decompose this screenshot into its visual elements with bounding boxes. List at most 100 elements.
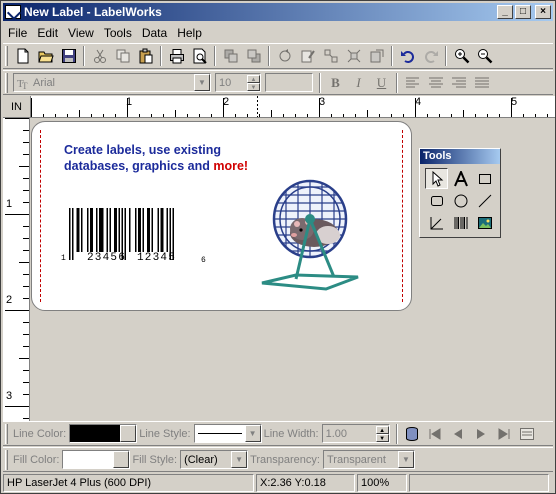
line-width-down[interactable]: ▼ bbox=[375, 433, 389, 442]
line-color-dropdown[interactable] bbox=[120, 425, 137, 442]
line-color-picker[interactable] bbox=[69, 424, 138, 443]
menu-view[interactable]: View bbox=[63, 26, 99, 40]
hruler-mark-4: 4 bbox=[415, 96, 422, 108]
picture-tool[interactable] bbox=[473, 212, 496, 233]
font-size-down[interactable]: ▼ bbox=[247, 82, 260, 91]
menu-data[interactable]: Data bbox=[137, 26, 172, 40]
cut-button[interactable] bbox=[88, 45, 111, 67]
fill-style-select[interactable]: (Clear) ▼ bbox=[180, 450, 249, 469]
rotate-button[interactable] bbox=[273, 45, 296, 67]
align-left-button[interactable] bbox=[401, 72, 424, 94]
line-style-preview bbox=[197, 433, 242, 434]
barcode-icon bbox=[454, 216, 467, 229]
font-select[interactable]: TT Arial ▼ bbox=[13, 73, 211, 92]
polyline-tool[interactable] bbox=[425, 212, 448, 233]
ellipse-tool[interactable] bbox=[449, 190, 472, 211]
line-style-select[interactable]: ▼ bbox=[193, 424, 262, 443]
transparency-select[interactable]: Transparent ▼ bbox=[322, 450, 415, 469]
rounded-rect-tool[interactable] bbox=[425, 190, 448, 211]
zoom-in-button[interactable] bbox=[450, 45, 473, 67]
tools-palette[interactable]: Tools bbox=[419, 148, 501, 238]
redo-button[interactable] bbox=[419, 45, 442, 67]
barcode-tool[interactable] bbox=[449, 212, 472, 233]
paste-button[interactable] bbox=[134, 45, 157, 67]
save-button[interactable] bbox=[57, 45, 80, 67]
fill-style-dropdown[interactable]: ▼ bbox=[231, 451, 248, 468]
printer-icon bbox=[169, 49, 184, 64]
tools-title[interactable]: Tools bbox=[420, 149, 500, 164]
record-list-button[interactable] bbox=[516, 423, 539, 445]
barcode-object[interactable]: 1 23456 12345 6 bbox=[61, 208, 213, 275]
font-dropdown-button[interactable]: ▼ bbox=[194, 74, 210, 91]
scale-button[interactable] bbox=[342, 45, 365, 67]
font-size-stepper[interactable]: 10 ▲ ▼ bbox=[215, 73, 261, 92]
align-button[interactable] bbox=[319, 45, 342, 67]
menu-file[interactable]: File bbox=[3, 26, 32, 40]
picture-icon bbox=[477, 216, 492, 229]
line-tool[interactable] bbox=[473, 190, 496, 211]
text-tool[interactable] bbox=[449, 168, 472, 189]
headline-line-2: databases, graphics and bbox=[64, 159, 214, 173]
justify-button[interactable] bbox=[470, 72, 493, 94]
fill-color-picker[interactable] bbox=[62, 450, 131, 469]
undo-button[interactable] bbox=[396, 45, 419, 67]
print-button[interactable] bbox=[165, 45, 188, 67]
zoom-level: 100% bbox=[357, 474, 407, 492]
hamster-wheel-graphic[interactable] bbox=[256, 177, 366, 295]
zoom-in-icon bbox=[454, 49, 469, 64]
status-pane-empty bbox=[409, 474, 549, 492]
label-page[interactable]: Create labels, use existing databases, g… bbox=[31, 121, 412, 311]
first-record-button[interactable] bbox=[424, 423, 447, 445]
rectangle-tool[interactable] bbox=[473, 168, 496, 189]
object-properties-icon bbox=[370, 49, 383, 63]
underline-button[interactable]: U bbox=[370, 72, 393, 94]
font-color-box[interactable] bbox=[265, 73, 313, 92]
horizontal-ruler: 1 2 3 4 5 bbox=[31, 96, 555, 118]
cursor-coordinates: X:2.36 Y:0.18 bbox=[256, 474, 355, 492]
next-record-button[interactable] bbox=[470, 423, 493, 445]
barcode-digit-check: 6 bbox=[201, 256, 208, 265]
resize-icon bbox=[347, 49, 360, 63]
bring-front-button[interactable] bbox=[219, 45, 242, 67]
menu-tools[interactable]: Tools bbox=[99, 26, 137, 40]
menu-help[interactable]: Help bbox=[172, 26, 207, 40]
line-style-label: Line Style: bbox=[139, 427, 191, 440]
align-right-button[interactable] bbox=[447, 72, 470, 94]
ruler-unit[interactable]: IN bbox=[3, 96, 31, 118]
maximize-button[interactable]: □ bbox=[515, 5, 531, 19]
italic-button[interactable]: I bbox=[347, 72, 370, 94]
arrow-pointer-icon bbox=[432, 170, 443, 187]
properties-button[interactable] bbox=[296, 45, 319, 67]
vruler-mark-2: 2 bbox=[6, 294, 13, 306]
line-style-dropdown[interactable]: ▼ bbox=[244, 425, 261, 442]
transparency-label: Transparency: bbox=[250, 453, 320, 466]
label-headline[interactable]: Create labels, use existing databases, g… bbox=[64, 142, 248, 174]
minimize-button[interactable]: _ bbox=[497, 5, 513, 19]
fill-color-dropdown[interactable] bbox=[113, 451, 130, 468]
line-width-up[interactable]: ▲ bbox=[375, 425, 389, 434]
copy-button[interactable] bbox=[111, 45, 134, 67]
align-objects-icon bbox=[324, 49, 337, 63]
main-window: New Label - LabelWorks _ □ × File Edit V… bbox=[0, 0, 556, 494]
last-record-button[interactable] bbox=[493, 423, 516, 445]
bold-button[interactable]: B bbox=[324, 72, 347, 94]
print-preview-button[interactable] bbox=[188, 45, 211, 67]
prev-record-button[interactable] bbox=[447, 423, 470, 445]
object-props-button[interactable] bbox=[365, 45, 388, 67]
menu-edit[interactable]: Edit bbox=[32, 26, 63, 40]
line-color-label: Line Color: bbox=[13, 427, 67, 440]
title-bar: New Label - LabelWorks _ □ × bbox=[3, 3, 553, 21]
send-back-button[interactable] bbox=[242, 45, 265, 67]
pointer-tool[interactable] bbox=[425, 168, 448, 189]
align-center-button[interactable] bbox=[424, 72, 447, 94]
font-size-up[interactable]: ▲ bbox=[247, 74, 260, 83]
new-button[interactable] bbox=[11, 45, 34, 67]
open-button[interactable] bbox=[34, 45, 57, 67]
transparency-dropdown[interactable]: ▼ bbox=[397, 451, 414, 468]
zoom-out-button[interactable] bbox=[473, 45, 496, 67]
close-button[interactable]: × bbox=[535, 5, 551, 19]
first-record-icon bbox=[429, 427, 441, 440]
undo-icon bbox=[400, 51, 414, 63]
line-width-stepper[interactable]: 1.00 ▲ ▼ bbox=[321, 424, 390, 443]
database-button[interactable] bbox=[401, 423, 424, 445]
